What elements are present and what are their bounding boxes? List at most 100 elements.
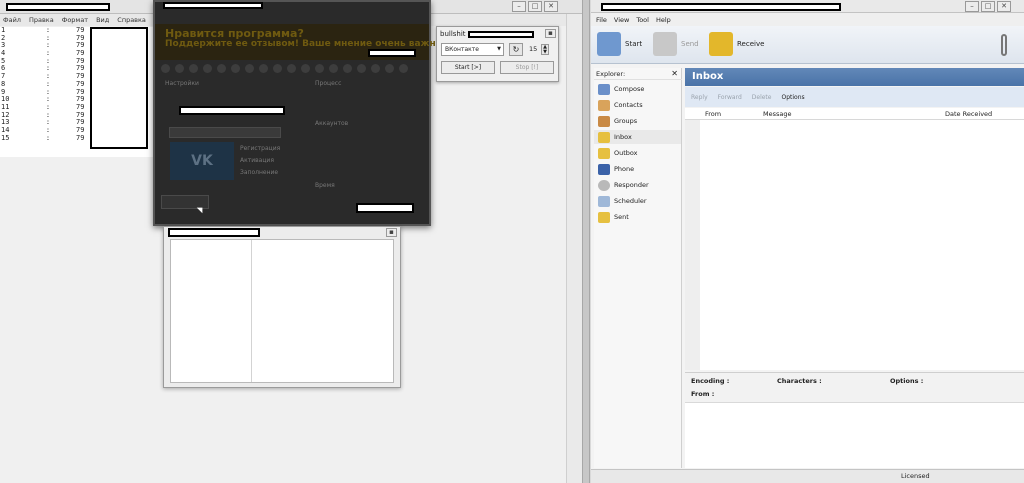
explorer-item-label: Scheduler	[614, 197, 647, 205]
vk-logo: VK	[170, 142, 234, 180]
rating-dot[interactable]	[217, 64, 226, 73]
close-button[interactable]: ✕	[544, 1, 558, 12]
notepad-scrollbar[interactable]	[566, 14, 582, 483]
outbox-icon	[598, 147, 610, 159]
line-separator: :	[45, 133, 51, 142]
menu-file[interactable]: Файл	[3, 16, 21, 24]
rating-dot[interactable]	[399, 64, 408, 73]
check-fill[interactable]: Заполнение	[240, 169, 278, 176]
rating-dot[interactable]	[161, 64, 170, 73]
redacted-dialog-title	[163, 2, 263, 9]
inbox-toolbar: Reply Forward Delete Options	[685, 87, 1024, 107]
options-button[interactable]: Options	[781, 94, 804, 101]
explorer-item-groups[interactable]: Groups	[598, 114, 637, 128]
rating-dot[interactable]	[385, 64, 394, 73]
start-button[interactable]: Start [>]	[441, 61, 495, 74]
encoding-label: Encoding :	[691, 377, 730, 385]
rating-dot[interactable]	[245, 64, 254, 73]
rating-dot[interactable]	[357, 64, 366, 73]
menu-file[interactable]: File	[596, 16, 607, 24]
explorer-item-phone[interactable]: Phone	[598, 162, 634, 176]
menu-help[interactable]: Справка	[117, 16, 146, 24]
delete-button[interactable]: Delete	[752, 94, 772, 101]
menu-help[interactable]: Help	[656, 16, 671, 24]
network-select-value: ВКонтакте	[445, 46, 479, 53]
maximize-button[interactable]: □	[528, 1, 542, 12]
redacted-footer	[356, 203, 414, 213]
sms-app-window: – □ ✕ File View Tool Help Start Send Rec…	[591, 0, 1024, 483]
receive-toolbar-button[interactable]: Receive	[709, 32, 764, 56]
preview-header: Encoding : Characters : Options : From :	[685, 372, 1024, 402]
message-list[interactable]	[685, 120, 1024, 370]
redacted-title	[6, 3, 110, 11]
explorer-item-outbox[interactable]: Outbox	[598, 146, 638, 160]
redacted-banner-text	[368, 49, 416, 57]
explorer-item-inbox[interactable]: Inbox	[594, 130, 681, 144]
characters-label: Characters :	[777, 377, 822, 385]
network-select[interactable]: ВКонтакте ▼	[441, 43, 504, 56]
rating-dot[interactable]	[273, 64, 282, 73]
status-bar	[591, 469, 1024, 483]
rating-dot[interactable]	[343, 64, 352, 73]
explorer-item-label: Compose	[614, 85, 645, 93]
column-date-received[interactable]: Date Received	[945, 110, 992, 118]
count-stepper[interactable]: 15 ▲ ▼	[529, 43, 553, 56]
receive-label: Receive	[737, 40, 765, 48]
explorer-item-label: Sent	[614, 213, 629, 221]
minimize-button[interactable]: –	[965, 1, 979, 12]
explorer-item-sent[interactable]: Sent	[598, 210, 629, 224]
explorer-item-contacts[interactable]: Contacts	[598, 98, 643, 112]
column-message[interactable]: Message	[763, 110, 792, 118]
menu-format[interactable]: Формат	[62, 16, 88, 24]
maximize-button[interactable]: □	[981, 1, 995, 12]
explorer-item-compose[interactable]: Compose	[598, 82, 644, 96]
send-label: Send	[681, 40, 699, 48]
message-preview[interactable]	[685, 402, 1024, 468]
rating-dot[interactable]	[189, 64, 198, 73]
rating-dot[interactable]	[329, 64, 338, 73]
rating-dot[interactable]	[231, 64, 240, 73]
window-divider	[582, 0, 590, 483]
close-button[interactable]: ▪	[545, 29, 556, 38]
rating-dots	[161, 64, 408, 73]
forward-button[interactable]: Forward	[718, 94, 742, 101]
wrench-icon[interactable]	[1001, 34, 1007, 56]
status-text: Licensed	[901, 472, 930, 480]
rating-dot[interactable]	[301, 64, 310, 73]
reply-button[interactable]: Reply	[691, 94, 708, 101]
menu-edit[interactable]: Правка	[29, 16, 54, 24]
start-label: Start	[625, 40, 643, 48]
start-icon	[597, 32, 621, 56]
start-toolbar-button[interactable]: Start	[597, 32, 642, 56]
explorer-item-responder[interactable]: Responder	[598, 178, 649, 192]
refresh-button[interactable]: ↻	[509, 43, 523, 56]
close-icon[interactable]: ✕	[671, 68, 678, 80]
minimize-button[interactable]: –	[512, 1, 526, 12]
menu-view[interactable]: Вид	[96, 16, 109, 24]
explorer-item-scheduler[interactable]: Scheduler	[598, 194, 647, 208]
column-divider	[251, 240, 252, 382]
rating-dot[interactable]	[315, 64, 324, 73]
list-dialog: ▪	[163, 226, 401, 388]
column-from[interactable]: From	[705, 110, 721, 118]
close-button[interactable]: ✕	[997, 1, 1011, 12]
rating-dot[interactable]	[371, 64, 380, 73]
rating-dot[interactable]	[287, 64, 296, 73]
check-register[interactable]: Регистрация	[240, 145, 280, 152]
stepper-arrows-icon[interactable]: ▲ ▼	[541, 44, 549, 55]
rating-dot[interactable]	[259, 64, 268, 73]
explorer-item-label: Contacts	[614, 101, 643, 109]
check-activate[interactable]: Активация	[240, 157, 274, 164]
rating-dot[interactable]	[203, 64, 212, 73]
groups-icon	[598, 115, 610, 127]
close-button[interactable]: ▪	[386, 228, 397, 237]
rating-dot[interactable]	[175, 64, 184, 73]
send-toolbar-button[interactable]: Send	[653, 32, 699, 56]
stop-button[interactable]: Stop [!]	[500, 61, 554, 74]
app-menubar: File View Tool Help	[591, 13, 1024, 26]
dark-select[interactable]	[169, 127, 281, 138]
process-label: Процесс	[315, 80, 342, 87]
list-box[interactable]	[170, 239, 394, 383]
menu-tool[interactable]: Tool	[636, 16, 649, 24]
menu-view[interactable]: View	[614, 16, 629, 24]
